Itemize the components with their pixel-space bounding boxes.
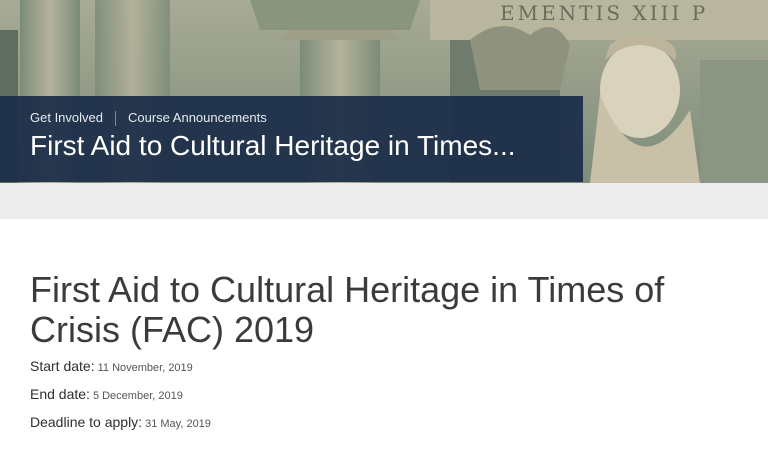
end-date-label: End date: xyxy=(30,386,90,402)
deadline-row: Deadline to apply: 31 May, 2019 xyxy=(30,414,211,430)
end-date-value: 5 December, 2019 xyxy=(92,390,183,402)
start-date-label: Start date: xyxy=(30,358,95,374)
title-banner: Get Involved Course Announcements First A… xyxy=(0,96,583,182)
deadline-label: Deadline to apply: xyxy=(30,414,143,430)
deadline-value: 31 May, 2019 xyxy=(145,418,211,430)
end-date-row: End date: 5 December, 2019 xyxy=(30,386,183,402)
section-gap xyxy=(0,183,768,219)
article-content: First Aid to Cultural Heritage in Times … xyxy=(0,219,768,449)
breadcrumb: Get Involved Course Announcements xyxy=(30,110,267,127)
banner-title: First Aid to Cultural Heritage in Times.… xyxy=(30,130,516,161)
start-date-value: 11 November, 2019 xyxy=(97,362,193,374)
breadcrumb-get-involved[interactable]: Get Involved xyxy=(30,110,103,125)
start-date-row: Start date: 11 November, 2019 xyxy=(30,358,193,374)
breadcrumb-separator xyxy=(115,111,116,127)
hero-image: EMENTIS XIII P Get Involved Course Announ… xyxy=(0,0,768,183)
inscription-text: EMENTIS XIII P xyxy=(500,1,708,25)
breadcrumb-course-announcements[interactable]: Course Announcements xyxy=(128,110,267,125)
page-title: First Aid to Cultural Heritage in Times … xyxy=(30,269,665,351)
